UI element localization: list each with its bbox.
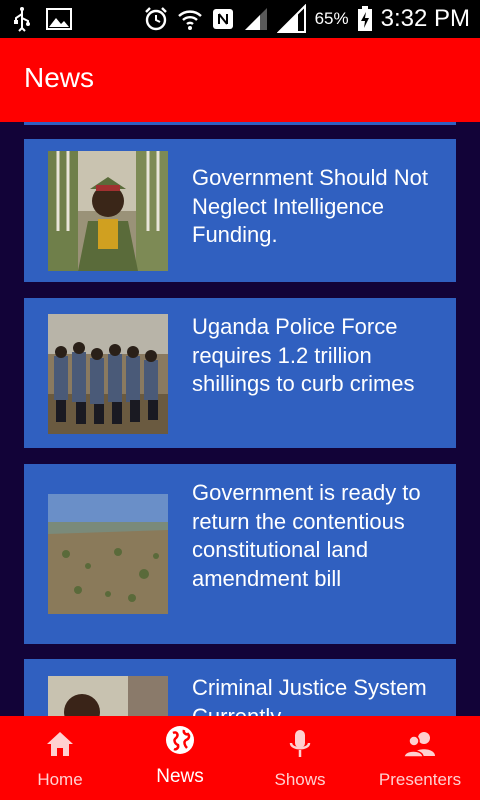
nav-label: Home bbox=[37, 770, 83, 789]
news-thumbnail bbox=[48, 314, 168, 434]
news-card[interactable]: Government Should Not Neglect Intelligen… bbox=[24, 139, 456, 282]
microphone-icon bbox=[284, 728, 316, 764]
news-card[interactable]: Uganda Police Force requires 1.2 trillio… bbox=[24, 298, 456, 448]
battery-charging-icon bbox=[357, 6, 373, 32]
news-title: Uganda Police Force requires 1.2 trillio… bbox=[192, 314, 415, 397]
news-title: Government Should Not Neglect Intelligen… bbox=[192, 165, 429, 248]
nfc-icon bbox=[211, 7, 235, 31]
wifi-icon bbox=[177, 6, 203, 32]
page-title: News bbox=[24, 62, 95, 93]
nav-label: Presenters bbox=[378, 770, 462, 789]
news-title: Criminal Justice System Currently bbox=[192, 675, 427, 716]
usb-icon bbox=[12, 6, 32, 32]
status-bar: 65% 3:32 PM bbox=[0, 0, 480, 38]
globe-icon bbox=[164, 724, 196, 760]
news-card[interactable]: Criminal Justice System Currently bbox=[24, 659, 456, 716]
alarm-icon bbox=[143, 6, 169, 32]
news-thumbnail bbox=[48, 151, 168, 271]
signal-icon bbox=[276, 4, 307, 34]
nav-label: Shows bbox=[274, 770, 326, 789]
nav-home[interactable]: Home bbox=[0, 716, 120, 800]
battery-percent: 65% bbox=[314, 9, 349, 28]
news-title: Government is ready to return the conten… bbox=[192, 480, 421, 591]
clock: 3:32 PM bbox=[380, 5, 470, 32]
people-icon bbox=[403, 728, 437, 764]
nav-label: News bbox=[156, 766, 204, 787]
nav-shows[interactable]: Shows bbox=[240, 716, 360, 800]
nav-news[interactable]: News bbox=[120, 716, 240, 800]
news-thumbnail bbox=[48, 494, 168, 614]
news-thumbnail bbox=[48, 676, 168, 716]
image-icon bbox=[46, 8, 72, 30]
app-bar: News bbox=[0, 38, 480, 122]
signal-icon bbox=[243, 6, 269, 32]
news-card[interactable]: Government is ready to return the conten… bbox=[24, 464, 456, 644]
news-feed[interactable]: Government Should Not Neglect Intelligen… bbox=[0, 122, 480, 716]
card-edge bbox=[24, 122, 456, 125]
bottom-nav: Home News Shows Presenters bbox=[0, 716, 480, 800]
home-icon bbox=[44, 728, 76, 764]
nav-presenters[interactable]: Presenters bbox=[360, 716, 480, 800]
